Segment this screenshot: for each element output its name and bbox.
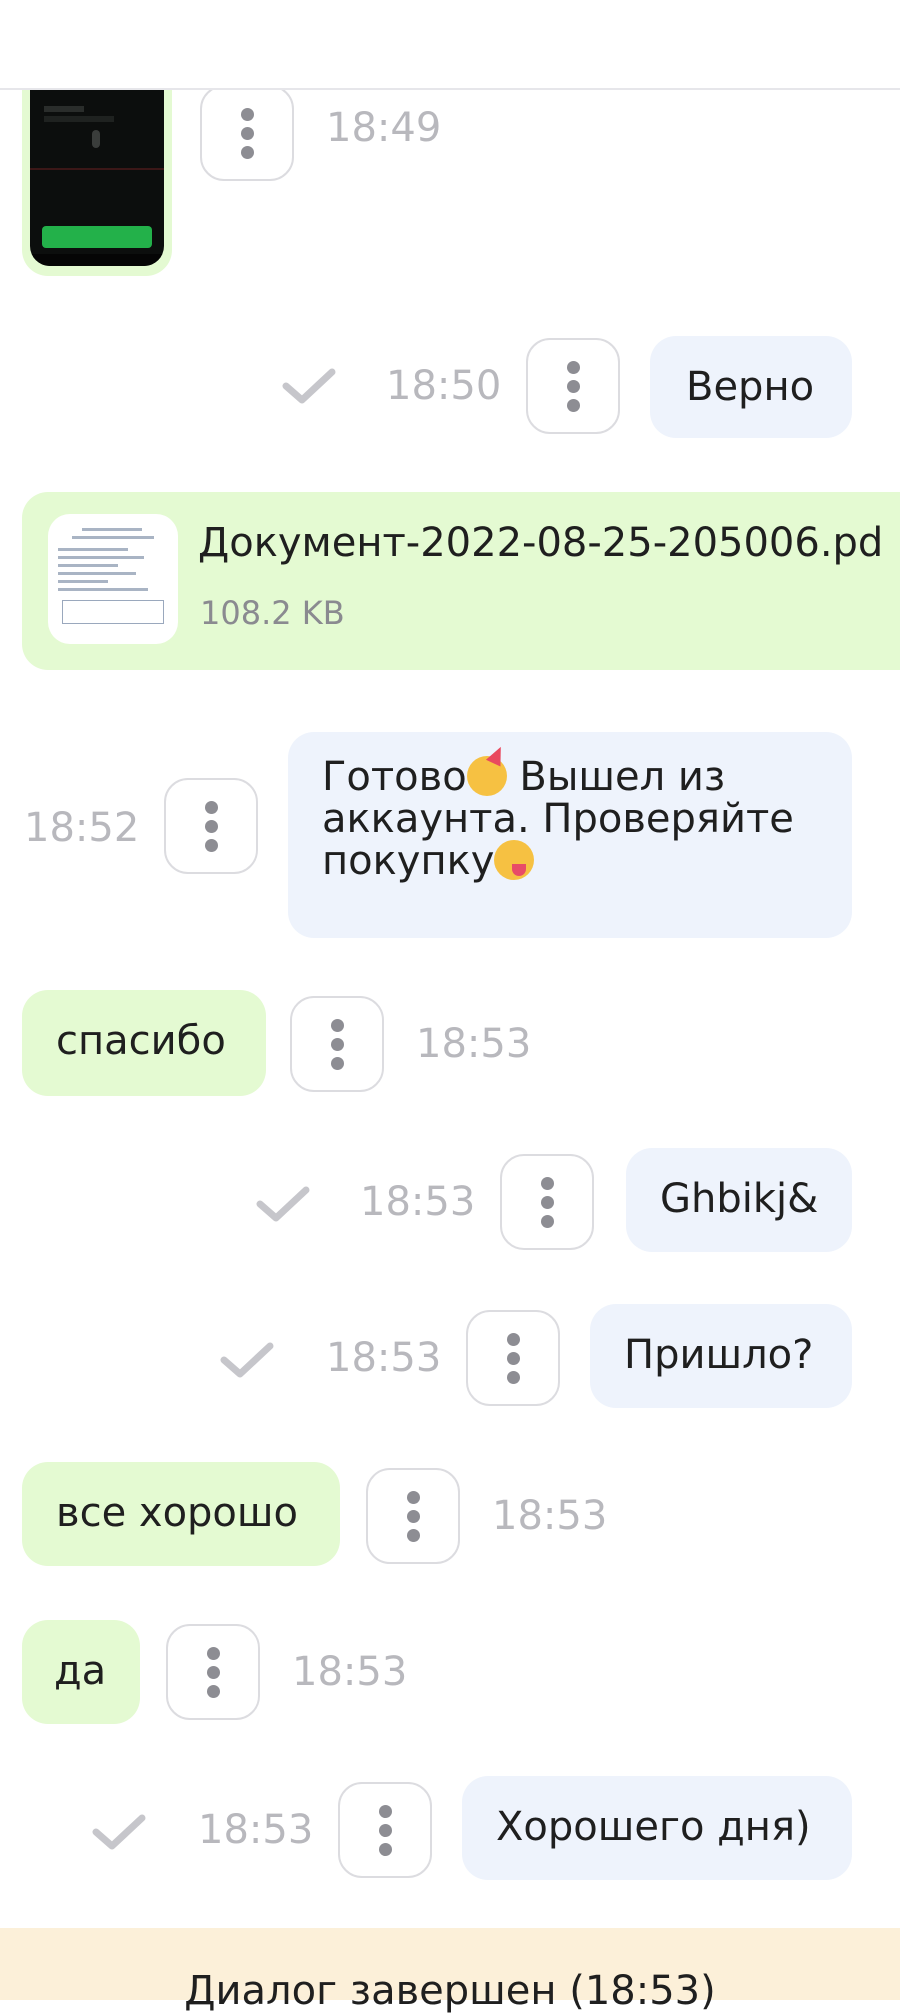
more-vertical-icon bbox=[204, 800, 218, 852]
message-row: спасибо 18:53 bbox=[0, 990, 900, 1100]
message-bubble[interactable]: Пришло? bbox=[590, 1304, 852, 1408]
message-text: Готово bbox=[322, 754, 467, 800]
message-bubble[interactable]: Ghbikj& bbox=[626, 1148, 852, 1252]
more-vertical-icon bbox=[540, 1176, 554, 1228]
file-name: Документ-2022-08-25-205006.pd bbox=[198, 520, 884, 566]
message-bubble[interactable]: спасибо bbox=[22, 990, 266, 1096]
chat-thread[interactable]: 18:49 18:50 Верно Документ-2022-08-25-20… bbox=[0, 80, 900, 1930]
message-time: 18:53 bbox=[416, 1021, 532, 1067]
message-text: Вышел из bbox=[506, 754, 726, 800]
more-vertical-icon bbox=[330, 1018, 344, 1070]
message-time: 18:52 bbox=[24, 805, 140, 851]
message-row: 18:53 Ghbikj& bbox=[0, 1148, 900, 1258]
top-bar-edge bbox=[0, 0, 900, 10]
message-menu-button[interactable] bbox=[290, 996, 384, 1092]
delivered-check-icon bbox=[92, 1814, 146, 1850]
message-time: 18:53 bbox=[198, 1807, 314, 1853]
message-bubble[interactable]: Верно bbox=[650, 336, 852, 438]
message-menu-button[interactable] bbox=[200, 85, 294, 181]
message-menu-button[interactable] bbox=[526, 338, 620, 434]
message-time: 18:49 bbox=[326, 105, 442, 151]
dialog-status-banner: Диалог завершен (18:53) bbox=[0, 1928, 900, 2014]
more-vertical-icon bbox=[506, 1332, 520, 1384]
more-vertical-icon bbox=[566, 360, 580, 412]
message-menu-button[interactable] bbox=[166, 1624, 260, 1720]
more-vertical-icon bbox=[206, 1646, 220, 1698]
message-menu-button[interactable] bbox=[500, 1154, 594, 1250]
message-menu-button[interactable] bbox=[366, 1468, 460, 1564]
more-vertical-icon bbox=[406, 1490, 420, 1542]
message-row-file: Документ-2022-08-25-205006.pd 108.2 KB bbox=[0, 492, 900, 672]
message-bubble[interactable]: да bbox=[22, 1620, 140, 1724]
message-row: все хорошо 18:53 bbox=[0, 1462, 900, 1572]
message-time: 18:53 bbox=[492, 1493, 608, 1539]
message-bubble[interactable]: все хорошо bbox=[22, 1462, 340, 1566]
message-time: 18:53 bbox=[292, 1649, 408, 1695]
message-text: Хорошего дня) bbox=[496, 1804, 811, 1850]
message-menu-button[interactable] bbox=[338, 1782, 432, 1878]
delivered-check-icon bbox=[220, 1342, 274, 1378]
party-face-icon bbox=[466, 756, 507, 796]
message-row: 18:53 Хорошего дня) bbox=[0, 1776, 900, 1886]
message-menu-button[interactable] bbox=[164, 778, 258, 874]
message-row: 18:53 Пришло? bbox=[0, 1304, 900, 1414]
message-text: да bbox=[54, 1648, 107, 1694]
message-row: 18:50 Верно bbox=[0, 336, 900, 448]
message-line: Готово Вышел из bbox=[322, 756, 852, 798]
message-line: аккаунта. Проверяйте bbox=[322, 796, 794, 842]
message-bubble[interactable]: Хорошего дня) bbox=[462, 1776, 852, 1880]
message-menu-button[interactable] bbox=[466, 1310, 560, 1406]
message-line: покупку bbox=[322, 840, 852, 882]
file-size: 108.2 KB bbox=[200, 594, 345, 632]
message-text: спасибо bbox=[56, 1018, 226, 1064]
pdf-thumbnail bbox=[48, 514, 178, 644]
top-bar bbox=[0, 0, 900, 90]
screenshot-thumbnail[interactable] bbox=[30, 80, 164, 266]
message-row: 18:52 Готово Вышел из аккаунта. Проверяй… bbox=[0, 732, 900, 942]
message-text: Верно bbox=[686, 364, 815, 410]
message-row: да 18:53 bbox=[0, 1620, 900, 1730]
delivered-check-icon bbox=[282, 368, 336, 404]
message-time: 18:53 bbox=[326, 1335, 442, 1381]
message-text: покупку bbox=[322, 838, 495, 884]
dialog-status-text: Диалог завершен (18:53) bbox=[184, 1968, 716, 2014]
yum-face-icon bbox=[494, 840, 535, 880]
message-text: все хорошо bbox=[56, 1490, 298, 1536]
message-text: Ghbikj& bbox=[660, 1176, 819, 1222]
message-time: 18:53 bbox=[360, 1179, 476, 1225]
message-text: Пришло? bbox=[624, 1332, 814, 1378]
file-message-bubble[interactable]: Документ-2022-08-25-205006.pd 108.2 KB bbox=[22, 492, 900, 670]
message-row-image: 18:49 bbox=[0, 80, 900, 290]
delivered-check-icon bbox=[256, 1186, 310, 1222]
message-time: 18:50 bbox=[386, 363, 502, 409]
more-vertical-icon bbox=[240, 107, 254, 159]
image-message-bubble[interactable] bbox=[22, 80, 172, 276]
message-bubble[interactable]: Готово Вышел из аккаунта. Проверяйте пок… bbox=[288, 732, 852, 938]
more-vertical-icon bbox=[378, 1804, 392, 1856]
